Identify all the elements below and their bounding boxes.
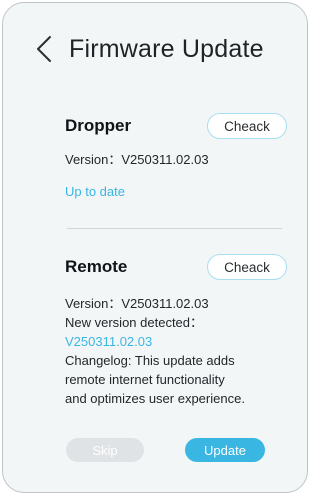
chevron-left-icon	[37, 36, 51, 62]
changelog-line: remote internet functionality	[65, 372, 225, 387]
changelog-line: Changelog: This update adds	[65, 353, 235, 368]
skip-button[interactable]: Skip	[66, 438, 144, 462]
dropper-status: Up to date	[65, 184, 125, 199]
changelog-line: and optimizes user experience.	[65, 391, 245, 406]
new-version-label: New version detected：	[65, 315, 204, 330]
section-divider	[67, 228, 282, 229]
remote-section: Remote Cheack Version：V250311.02.03 New …	[65, 254, 287, 408]
dropper-section: Dropper Cheack Version：V250311.02.03 Up …	[65, 113, 287, 201]
device-screen: Firmware Update Dropper Cheack Version：V…	[2, 2, 308, 493]
remote-check-button[interactable]: Cheack	[207, 254, 287, 280]
dropper-title: Dropper	[65, 116, 132, 135]
remote-title: Remote	[65, 257, 128, 276]
new-version-value: V250311.02.03	[65, 334, 153, 349]
dropper-check-button[interactable]: Cheack	[207, 113, 287, 139]
remote-version: Version：V250311.02.03	[65, 296, 209, 311]
page-title: Firmware Update	[69, 34, 264, 63]
dropper-version: Version：V250311.02.03	[65, 152, 209, 167]
back-button[interactable]	[31, 29, 57, 69]
header: Firmware Update	[31, 29, 264, 69]
update-button[interactable]: Update	[185, 438, 265, 462]
